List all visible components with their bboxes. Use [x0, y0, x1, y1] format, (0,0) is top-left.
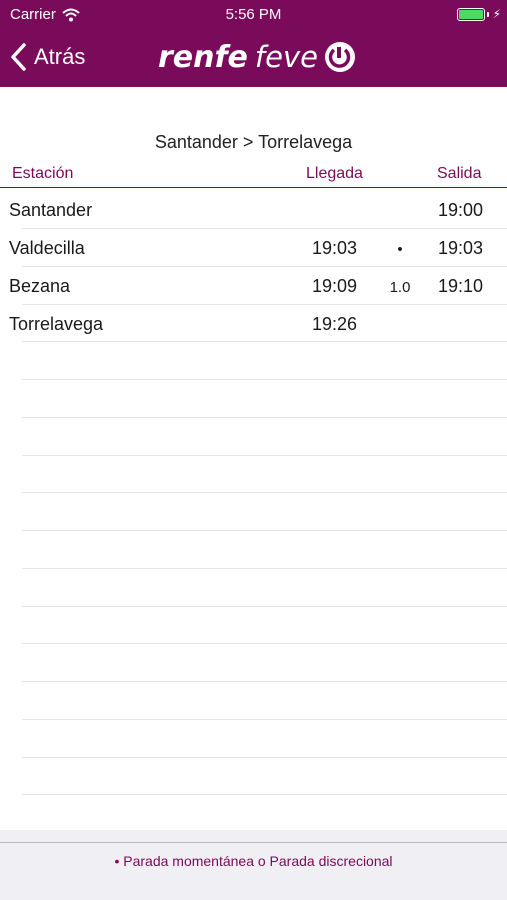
departure-time: 19:00 [438, 200, 484, 220]
station-name: Valdecilla [9, 238, 85, 258]
row-separator [22, 417, 507, 418]
row-separator [22, 719, 507, 720]
renfe-feve-logo: renfe feve [158, 38, 356, 76]
arrival-time: 19:09 [312, 276, 358, 296]
column-header-station: Estación [12, 165, 74, 182]
back-label: Atrás [34, 44, 86, 69]
nav-bar: Carrier 5:56 PM ⚡ Atrás renfe feve [0, 0, 507, 87]
header-divider [0, 187, 507, 188]
footer-divider [0, 842, 507, 843]
table-row: Torrelavega 19:26 [0, 304, 507, 342]
table-row: Bezana 19:09 1.0 19:10 [0, 266, 507, 304]
stop-info: • [397, 241, 403, 258]
column-header-arrival: Llegada [306, 165, 363, 182]
row-separator [22, 643, 507, 644]
arrival-time: 19:03 [312, 238, 358, 258]
row-separator [22, 228, 507, 229]
row-separator [22, 379, 507, 380]
arrival-time: 19:26 [312, 314, 358, 334]
row-separator [22, 266, 507, 267]
row-separator [22, 606, 507, 607]
row-separator [22, 455, 507, 456]
battery-level [459, 10, 483, 19]
logo-feve-text: feve [254, 40, 318, 74]
row-separator [22, 681, 507, 682]
battery-icon [457, 8, 485, 21]
table-row: Valdecilla 19:03 • 19:03 [0, 228, 507, 266]
clock: 5:56 PM [225, 6, 282, 23]
station-name: Santander [9, 200, 93, 220]
charging-bolt-icon: ⚡ [492, 7, 501, 21]
logo-circle-icon [324, 42, 355, 72]
row-separator [22, 341, 507, 342]
row-separator [22, 304, 507, 305]
route-title: Santander > Torrelavega [154, 132, 353, 152]
station-name: Bezana [9, 276, 71, 296]
row-separator [22, 794, 507, 795]
back-button[interactable]: Atrás [10, 40, 85, 74]
table-row: Santander 19:00 [0, 190, 507, 228]
departure-time: 19:03 [438, 238, 484, 258]
row-separator [22, 757, 507, 758]
station-name: Torrelavega [9, 314, 104, 334]
status-bar: Carrier 5:56 PM ⚡ [0, 0, 507, 30]
battery-nub [487, 12, 489, 17]
row-separator [22, 492, 507, 493]
legend-text: • Parada momentánea o Parada discreciona… [114, 853, 393, 869]
row-separator [22, 568, 507, 569]
column-header-departure: Salida [437, 165, 482, 182]
stop-info: 1.0 [389, 279, 411, 296]
row-separator [22, 530, 507, 531]
departure-time: 19:10 [438, 276, 484, 296]
chevron-left-icon [11, 43, 26, 71]
logo-renfe-text: renfe [158, 39, 248, 75]
